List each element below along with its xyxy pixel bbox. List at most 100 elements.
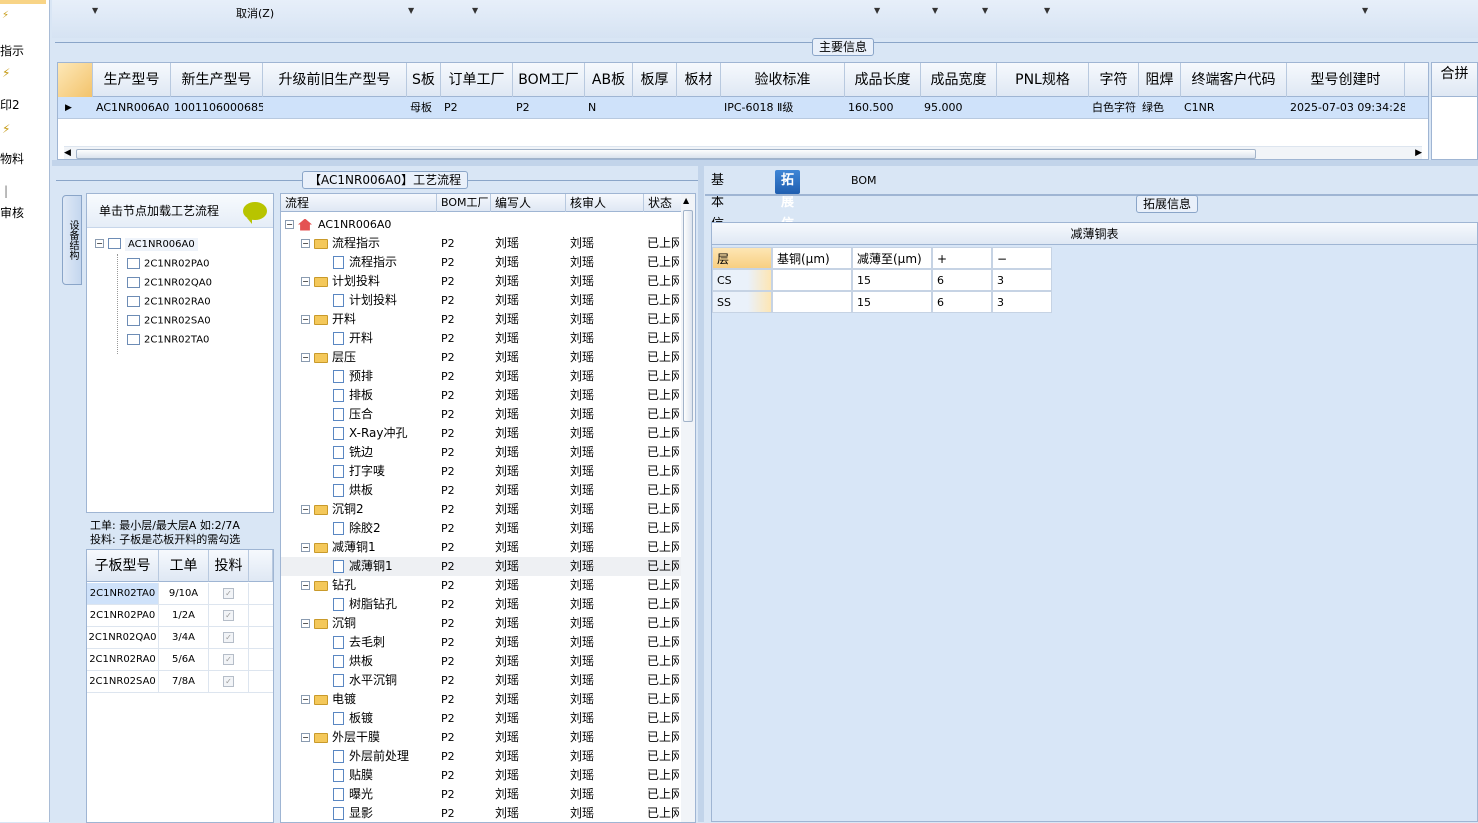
collapse-icon[interactable]: − (95, 239, 104, 248)
scroll-thumb[interactable] (76, 149, 1256, 159)
dropdown-arrow-icon[interactable]: ▼ (92, 6, 98, 15)
process-row[interactable]: 去毛刺 P2 刘瑶 刘瑶 已上网 (281, 633, 681, 652)
collapse-icon[interactable]: − (301, 505, 310, 514)
col-header[interactable]: 升级前旧生产型号 (263, 63, 407, 97)
process-row[interactable]: 除胶2 P2 刘瑶 刘瑶 已上网 (281, 519, 681, 538)
table-cell[interactable] (772, 269, 852, 291)
process-row[interactable]: − 层压 P2 刘瑶 刘瑶 已上网 (281, 348, 681, 367)
checkbox-icon[interactable] (127, 315, 140, 326)
checkbox-icon[interactable] (108, 238, 121, 249)
table-row[interactable]: ▶ AC1NR006A0 10011060006857 母板 P2 P2 N IPC-601… (58, 97, 1428, 119)
collapse-icon[interactable]: − (301, 315, 310, 324)
table-cell[interactable]: 15 (852, 269, 932, 291)
col-bom-factory[interactable]: BOM工厂 (437, 194, 491, 212)
sub-order[interactable]: 3/4A (159, 627, 209, 648)
table-cell[interactable]: 6 (932, 269, 992, 291)
table-cell[interactable]: 白色字符 (1089, 97, 1139, 119)
sub-order[interactable]: 7/8A (159, 671, 209, 692)
process-row[interactable]: 计划投料 P2 刘瑶 刘瑶 已上网 (281, 291, 681, 310)
col-header[interactable]: + (932, 247, 992, 269)
col-header[interactable]: 订单工厂 (441, 63, 513, 97)
process-row[interactable]: − 开料 P2 刘瑶 刘瑶 已上网 (281, 310, 681, 329)
table-cell[interactable]: AC1NR006A0 (93, 97, 171, 119)
col-header[interactable]: 阻焊 (1139, 63, 1181, 97)
process-row[interactable]: − 沉铜2 P2 刘瑶 刘瑶 已上网 (281, 500, 681, 519)
tree-node[interactable]: 2C1NR02QA0 (127, 277, 212, 289)
col-header[interactable]: 减薄至(μm) (852, 247, 932, 269)
checkbox-icon[interactable]: ✓ (223, 609, 234, 621)
col-header[interactable]: 终端客户代码 (1181, 63, 1287, 97)
col-process[interactable]: 流程 (281, 194, 437, 212)
tree-node[interactable]: 2C1NR02PA0 (127, 258, 209, 270)
process-row[interactable]: − 流程指示 P2 刘瑶 刘瑶 已上网 (281, 234, 681, 253)
table-cell[interactable] (677, 97, 721, 119)
scroll-up-icon[interactable]: ▲ (683, 196, 689, 205)
col-header[interactable]: − (992, 247, 1052, 269)
table-cell[interactable]: 10011060006857 (171, 97, 263, 119)
select-all-corner[interactable] (58, 63, 93, 97)
process-row[interactable]: 压合 P2 刘瑶 刘瑶 已上网 (281, 405, 681, 424)
process-root[interactable]: − AC1NR006A0 (281, 215, 681, 234)
sub-model[interactable]: 2C1NR02TA0 (87, 583, 159, 604)
sub-feed[interactable]: ✓ (209, 671, 249, 692)
dropdown-arrow-icon[interactable]: ▼ (1044, 6, 1050, 15)
sub-model[interactable]: 2C1NR02QA0 (87, 627, 159, 648)
checkbox-icon[interactable] (127, 334, 140, 345)
dropdown-arrow-icon[interactable]: ▼ (874, 6, 880, 15)
dropdown-arrow-icon[interactable]: ▼ (1362, 6, 1368, 15)
col-header[interactable]: 型号创建时 (1287, 63, 1405, 97)
table-cell[interactable]: 160.500 (845, 97, 921, 119)
collapse-icon[interactable]: − (285, 220, 294, 229)
process-row[interactable]: 开料 P2 刘瑶 刘瑶 已上网 (281, 329, 681, 348)
process-row[interactable]: 铣边 P2 刘瑶 刘瑶 已上网 (281, 443, 681, 462)
table-cell[interactable]: 3 (992, 269, 1052, 291)
process-row[interactable]: − 电镀 P2 刘瑶 刘瑶 已上网 (281, 690, 681, 709)
collapse-icon[interactable]: − (301, 277, 310, 286)
table-row[interactable]: 2C1NR02PA0 1/2A ✓ (87, 605, 273, 627)
table-cell[interactable] (633, 97, 677, 119)
col-header-feed[interactable]: 投料 (209, 550, 249, 582)
sidebar-item-4[interactable]: 审核 (0, 204, 24, 221)
process-row[interactable]: 板镀 P2 刘瑶 刘瑶 已上网 (281, 709, 681, 728)
sidebar-item-2[interactable]: 印2 (0, 96, 20, 113)
sidebar-item-3[interactable]: 物料 (0, 150, 24, 167)
sub-order[interactable]: 1/2A (159, 605, 209, 626)
sub-order[interactable]: 5/6A (159, 649, 209, 670)
col-header[interactable]: 新生产型号 (171, 63, 263, 97)
checkbox-icon[interactable] (127, 258, 140, 269)
sub-feed[interactable]: ✓ (209, 627, 249, 648)
table-cell[interactable]: 2025-07-03 09:34:28 (1287, 97, 1405, 119)
sub-order[interactable]: 9/10A (159, 583, 209, 604)
col-header[interactable]: 板厚 (633, 63, 677, 97)
sub-model[interactable]: 2C1NR02SA0 (87, 671, 159, 692)
table-cell[interactable]: CS (712, 269, 772, 291)
table-cell[interactable]: N (585, 97, 633, 119)
process-row[interactable]: − 沉铜 P2 刘瑶 刘瑶 已上网 (281, 614, 681, 633)
process-row[interactable]: 流程指示 P2 刘瑶 刘瑶 已上网 (281, 253, 681, 272)
sub-feed[interactable]: ✓ (209, 649, 249, 670)
tab-extended-info[interactable]: 拓展信息 (775, 170, 801, 254)
checkbox-icon[interactable]: ✓ (223, 653, 234, 665)
checkbox-icon[interactable]: ✓ (223, 631, 234, 643)
col-writer[interactable]: 编写人 (491, 194, 566, 212)
process-row[interactable]: 水平沉铜 P2 刘瑶 刘瑶 已上网 (281, 671, 681, 690)
scroll-right-icon[interactable]: ▶ (1415, 148, 1422, 158)
col-header-model[interactable]: 子板型号 (87, 550, 159, 582)
dropdown-arrow-icon[interactable]: ▼ (982, 6, 988, 15)
table-row[interactable]: 2C1NR02QA0 3/4A ✓ (87, 627, 273, 649)
col-header[interactable]: 基铜(μm) (772, 247, 852, 269)
tab-bom[interactable]: BOM (845, 170, 883, 194)
process-row[interactable]: − 减薄铜1 P2 刘瑶 刘瑶 已上网 (281, 538, 681, 557)
col-header[interactable]: 成品宽度 (921, 63, 997, 97)
table-cell[interactable]: P2 (441, 97, 513, 119)
checkbox-icon[interactable]: ✓ (223, 587, 234, 599)
collapse-icon[interactable]: − (301, 619, 310, 628)
table-row[interactable]: 2C1NR02SA0 7/8A ✓ (87, 671, 273, 693)
collapse-icon[interactable]: − (301, 543, 310, 552)
col-header-order[interactable]: 工单 (159, 550, 209, 582)
process-row[interactable]: − 外层干膜 P2 刘瑶 刘瑶 已上网 (281, 728, 681, 747)
collapse-icon[interactable]: − (301, 239, 310, 248)
process-row[interactable]: X-Ray冲孔 P2 刘瑶 刘瑶 已上网 (281, 424, 681, 443)
process-row[interactable]: 显影 P2 刘瑶 刘瑶 已上网 (281, 804, 681, 822)
col-status[interactable]: 状态 (644, 194, 681, 212)
